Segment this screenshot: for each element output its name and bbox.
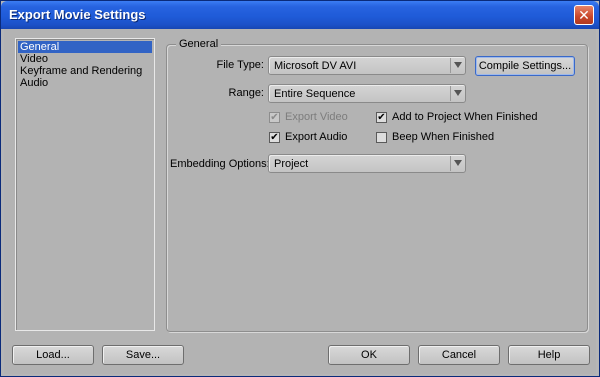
dialog-content: General Video Keyframe and Rendering Aud… (4, 29, 596, 374)
embedding-options-value: Project (274, 158, 309, 170)
category-item-general[interactable]: General (18, 41, 152, 53)
dropdown-arrow-box (450, 58, 463, 73)
dropdown-arrow-box (450, 86, 463, 101)
panel-title: General (176, 38, 222, 50)
add-to-project-label[interactable]: Add to Project When Finished (392, 111, 538, 123)
range-label: Range: (228, 87, 264, 99)
export-video-checkbox: ✔ (269, 112, 280, 123)
save-button[interactable]: Save... (102, 345, 184, 365)
close-button[interactable]: ✕ (574, 5, 594, 25)
range-dropdown[interactable]: Entire Sequence (268, 84, 466, 103)
beep-checkbox[interactable] (376, 132, 387, 143)
add-to-project-checkbox[interactable]: ✔ (376, 112, 387, 123)
category-item-audio[interactable]: Audio (18, 77, 152, 89)
file-type-value: Microsoft DV AVI (274, 60, 357, 72)
cancel-button[interactable]: Cancel (418, 345, 500, 365)
range-value: Entire Sequence (274, 88, 356, 100)
help-button[interactable]: Help (508, 345, 590, 365)
embedding-options-dropdown[interactable]: Project (268, 154, 466, 173)
beep-label[interactable]: Beep When Finished (392, 131, 494, 143)
dropdown-arrow-box (450, 156, 463, 171)
export-movie-settings-dialog: Export Movie Settings ✕ General Video Ke… (0, 0, 600, 377)
dialog-title: Export Movie Settings (9, 7, 146, 22)
ok-button[interactable]: OK (328, 345, 410, 365)
category-item-keyframe-rendering[interactable]: Keyframe and Rendering (18, 65, 152, 77)
embedding-options-label: Embedding Options: (170, 158, 270, 170)
export-audio-label[interactable]: Export Audio (285, 131, 347, 143)
file-type-label: File Type: (216, 59, 265, 71)
load-button[interactable]: Load... (12, 345, 94, 365)
export-video-label: Export Video (285, 111, 348, 123)
close-icon: ✕ (578, 7, 590, 23)
category-list[interactable]: General Video Keyframe and Rendering Aud… (15, 38, 155, 331)
chevron-down-icon (454, 62, 462, 68)
chevron-down-icon (454, 90, 462, 96)
file-type-dropdown[interactable]: Microsoft DV AVI (268, 56, 466, 75)
compile-settings-button[interactable]: Compile Settings... (475, 56, 575, 76)
chevron-down-icon (454, 160, 462, 166)
title-bar[interactable]: Export Movie Settings ✕ (1, 1, 599, 29)
export-audio-checkbox[interactable]: ✔ (269, 132, 280, 143)
category-item-video[interactable]: Video (18, 53, 152, 65)
